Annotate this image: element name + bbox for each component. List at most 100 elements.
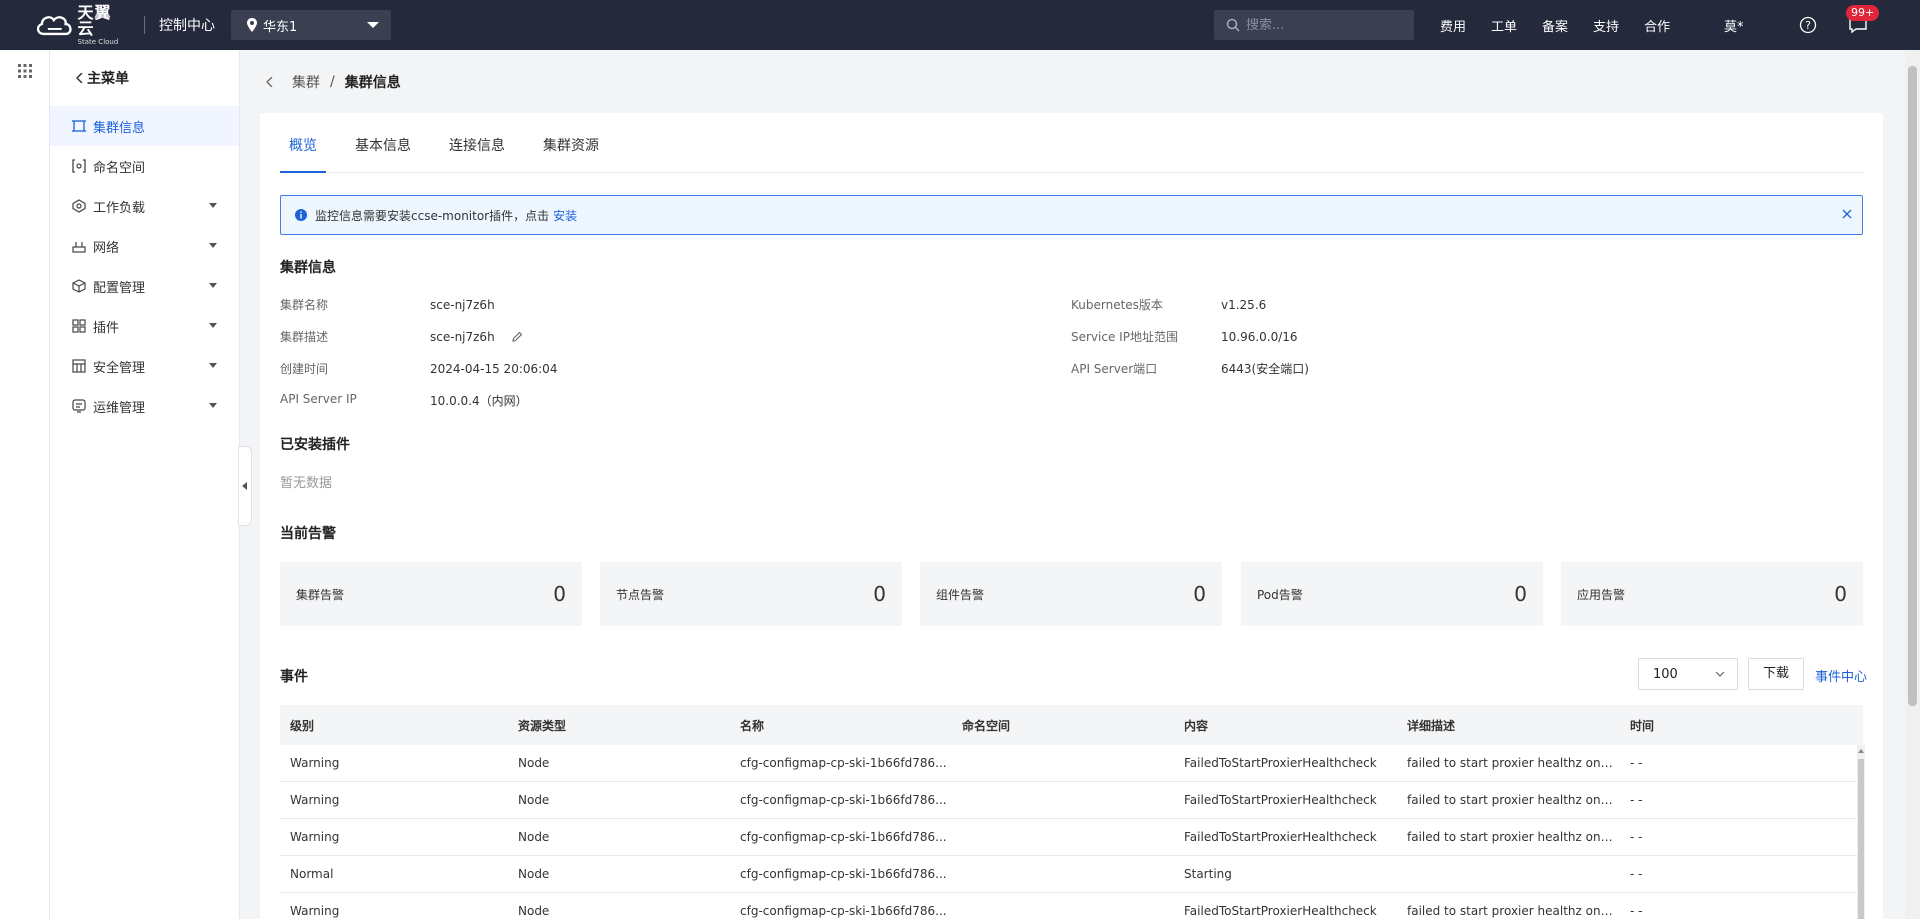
cell-level: Warning [290,904,340,918]
alarm-count: 0 [1514,582,1527,606]
alarm-count: 0 [1834,582,1847,606]
search-icon [1226,18,1240,32]
cell-level: Warning [290,793,340,807]
info-value: 6443(安全端口) [1221,362,1309,376]
scrollbar-thumb[interactable] [1858,759,1864,919]
link-support[interactable]: 支持 [1593,16,1619,35]
sidebar-item-namespace[interactable]: 命名空间 [50,146,239,186]
expand-arrow-icon [209,243,217,248]
table-row: Normal Node cfg-configmap-cp-ski-1b66fd7… [280,856,1863,893]
search-input[interactable] [1246,17,1406,33]
cell-content: FailedToStartProxierHealthcheck [1184,904,1377,918]
cell-content: Starting [1184,867,1232,881]
events-table: 级别 资源类型 名称 命名空间 内容 详细描述 时间 Warning Node … [280,705,1865,919]
install-link[interactable]: 安装 [553,207,577,224]
page-scrollbar-thumb[interactable] [1908,66,1917,706]
back-to-main-menu[interactable]: 主菜单 [50,50,239,106]
product-rail [0,50,50,919]
console-title[interactable]: 控制中心 [159,15,215,35]
monitor-alert-banner: 监控信息需要安装ccse-monitor插件，点击 安装 [280,195,1863,235]
link-tickets[interactable]: 工单 [1491,16,1517,35]
chevron-left-icon[interactable] [266,77,274,87]
sidebar-item-cluster-info[interactable]: 集群信息 [50,106,239,146]
info-value: v1.25.6 [1221,297,1267,312]
apps-grid-icon[interactable] [18,64,32,78]
alarm-card-node[interactable]: 节点告警 0 [600,562,902,626]
back-menu-label: 主菜单 [87,71,129,87]
column-header: 名称 [740,718,765,733]
region-select[interactable]: 华东1 [231,10,391,40]
alarm-card-pod[interactable]: Pod告警 0 [1241,562,1543,626]
chevron-down-icon [1715,671,1725,677]
user-menu[interactable]: 莫* [1724,16,1744,35]
info-value: 2024-04-15 20:06:04 [430,361,558,376]
info-row-k8s-version: Kubernetes版本 v1.25.6 [1071,296,1266,313]
tab-cluster-resources[interactable]: 集群资源 [534,133,608,173]
cloud-logo-icon [36,16,72,36]
sidebar-item-label: 插件 [93,320,120,336]
alarm-card-app[interactable]: 应用告警 0 [1561,562,1863,626]
cell-name: cfg-configmap-cp-ski-1b66fd786... [740,830,947,844]
info-key: 集群名称 [280,298,329,312]
tab-basic-info[interactable]: 基本信息 [346,133,420,173]
info-value: sce-nj7z6h [430,297,495,312]
sidebar-item-config[interactable]: 配置管理 [50,266,239,306]
cell-detail: failed to start proxier healthz on ... [1407,756,1616,770]
breadcrumb-parent[interactable]: 集群 [292,72,320,92]
page-size-select[interactable]: 100 [1638,658,1738,690]
info-row-service-cidr: Service IP地址范围 10.96.0.0/16 [1071,328,1298,345]
expand-arrow-icon [209,203,217,208]
alarm-count: 0 [1193,582,1206,606]
cell-detail: failed to start proxier healthz on ... [1407,793,1616,807]
alarms-title: 当前告警 [280,526,336,542]
alarm-name: 组件告警 [936,587,985,602]
link-billing[interactable]: 费用 [1440,16,1466,35]
info-value: 10.0.0.4（内网） [430,394,528,408]
event-center-link[interactable]: 事件中心 [1815,666,1867,685]
sidebar-item-workload[interactable]: 工作负载 [50,186,239,226]
alarm-count: 0 [873,582,886,606]
tab-connection-info[interactable]: 连接信息 [440,133,514,173]
cell-time: - - [1630,756,1643,770]
sidebar: 主菜单 集群信息 命名空间 工作负载 网络 配置管理 插件 安全管理 运维管理 [50,50,240,919]
cluster-info-title: 集群信息 [280,260,336,276]
cell-time: - - [1630,867,1643,881]
table-header: 级别 资源类型 名称 命名空间 内容 详细描述 时间 [280,705,1863,745]
main-content-card: 概览 基本信息 连接信息 集群资源 监控信息需要安装ccse-monitor插件… [260,113,1883,919]
info-icon [295,209,307,221]
sidebar-item-ops[interactable]: 运维管理 [50,386,239,426]
config-icon [72,279,86,293]
table-scrollbar[interactable] [1857,745,1865,919]
link-filing[interactable]: 备案 [1542,16,1568,35]
alarm-card-component[interactable]: 组件告警 0 [920,562,1222,626]
link-partners[interactable]: 合作 [1644,16,1670,35]
tab-overview[interactable]: 概览 [280,133,326,173]
table-row: Warning Node cfg-configmap-cp-ski-1b66fd… [280,745,1863,782]
help-icon[interactable]: ? [1799,16,1817,34]
sidebar-item-plugins[interactable]: 插件 [50,306,239,346]
info-value: 10.96.0.0/16 [1221,329,1298,344]
sidebar-item-security[interactable]: 安全管理 [50,346,239,386]
sidebar-collapse-handle[interactable] [238,446,252,526]
column-header: 级别 [290,718,315,733]
cluster-icon [72,120,86,132]
global-search[interactable] [1214,10,1414,40]
page-scrollbar[interactable] [1905,50,1920,919]
alarm-card-cluster[interactable]: 集群告警 0 [280,562,582,626]
breadcrumb-current: 集群信息 [344,75,401,91]
cell-level: Normal [290,867,334,881]
top-navbar: 天翼云 State Cloud 控制中心 华东1 费用 工单 备案 支持 合作 … [0,0,1920,50]
sidebar-item-label: 安全管理 [93,360,146,376]
sidebar-item-label: 命名空间 [93,160,146,176]
cell-time: - - [1630,830,1643,844]
sidebar-item-label: 运维管理 [93,400,146,416]
close-icon[interactable] [1842,209,1852,219]
download-button[interactable]: 下载 [1748,658,1804,690]
info-key: Service IP地址范围 [1071,330,1178,344]
sidebar-item-network[interactable]: 网络 [50,226,239,266]
alarm-count: 0 [553,582,566,606]
column-header: 详细描述 [1407,718,1456,733]
breadcrumb: 集群 / 集群信息 [266,72,401,92]
brand-logo[interactable]: 天翼云 State Cloud [34,4,128,46]
edit-pencil-icon[interactable] [511,331,523,343]
